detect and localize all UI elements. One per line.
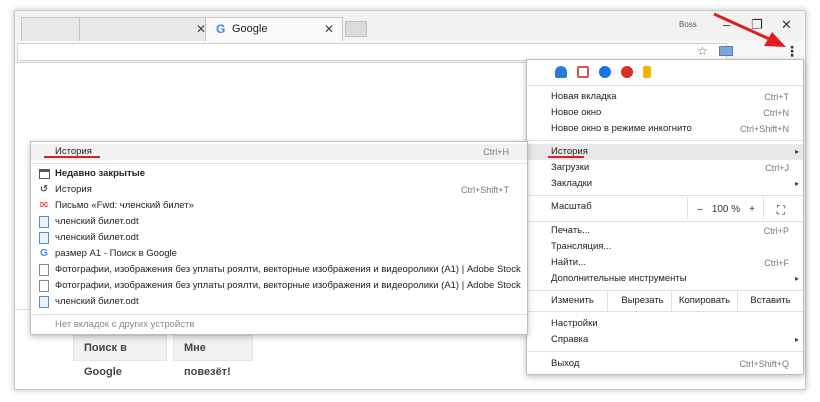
recently-closed-heading: Недавно закрытые (31, 166, 527, 182)
tab-title: Google (232, 23, 268, 35)
google-favicon-icon: G (216, 22, 226, 36)
document-icon (39, 232, 49, 244)
menu-item-print[interactable]: Печать... Ctrl+P (527, 223, 803, 239)
zoom-value: 100 % (711, 204, 741, 215)
annotation-underline (44, 156, 100, 158)
menu-item-incognito[interactable]: Новое окно в режиме инкогнито Ctrl+Shift… (527, 121, 803, 137)
document-icon (39, 296, 49, 308)
new-tab-button[interactable] (345, 21, 367, 37)
chevron-right-icon: ▸ (794, 179, 799, 188)
history-item[interactable]: ✉ Письмо «Fwd: членский билет» (31, 198, 527, 214)
separator (31, 314, 527, 315)
zoom-label: Масштаб (551, 201, 592, 212)
menu-kebab-icon[interactable]: ⋮ (785, 44, 799, 60)
tab-strip: ✕ G Google ✕ Boss – ❐ ✕ (15, 11, 805, 41)
google-icon: G (40, 248, 48, 259)
separator (527, 140, 803, 141)
zoom-divider (687, 197, 688, 219)
history-item[interactable]: членский билет.odt (31, 230, 527, 246)
chevron-right-icon: ▸ (794, 147, 799, 156)
google-search-button[interactable]: Поиск в Google (73, 335, 167, 378)
menu-item-new-tab[interactable]: Новая вкладка Ctrl+T (527, 89, 803, 105)
minimize-icon[interactable]: – (723, 17, 730, 32)
separator (527, 351, 803, 352)
menu-item-exit[interactable]: Выход Ctrl+Shift+Q (527, 356, 803, 372)
edit-label: Изменить (551, 295, 594, 306)
history-submenu: История Ctrl+H Недавно закрытые ↺ Истори… (30, 141, 528, 335)
history-item[interactable]: Фотографии, изображения без уплаты роялт… (31, 262, 527, 278)
menu-item-cast[interactable]: Трансляция... (527, 239, 803, 255)
page-icon (39, 264, 49, 276)
mail-icon: ✉ (39, 200, 49, 211)
mail-extension-icon[interactable] (719, 46, 733, 56)
puzzle-icon[interactable] (621, 66, 633, 78)
zoom-row: Масштаб (527, 199, 803, 215)
history-item[interactable]: членский билет.odt (31, 214, 527, 230)
history-item[interactable]: Фотографии, изображения без уплаты роялт… (31, 278, 527, 294)
page-icon (39, 280, 49, 292)
menu-item-bookmarks[interactable]: Закладки ▸ (527, 176, 803, 192)
annotation-underline (548, 156, 584, 158)
no-tabs-note: Нет вкладок с других устройств (55, 319, 195, 330)
feeling-lucky-button[interactable]: Мне повезёт! (173, 335, 253, 378)
close-icon[interactable]: ✕ (324, 22, 334, 36)
menu-item-find[interactable]: Найти... Ctrl+F (527, 255, 803, 271)
extensions-row (527, 60, 803, 86)
copy-button[interactable]: Копировать (671, 291, 737, 311)
menu-item-help[interactable]: Справка ▸ (527, 332, 803, 348)
contact-icon[interactable] (577, 66, 589, 78)
tab-1[interactable] (21, 17, 83, 41)
separator (527, 195, 803, 196)
zoom-divider (763, 197, 764, 219)
menu-item-more-tools[interactable]: Дополнительные инструменты ▸ (527, 271, 803, 287)
chevron-right-icon: ▸ (794, 335, 799, 344)
separator (527, 221, 803, 222)
separator (31, 163, 527, 164)
zoom-in-button[interactable]: + (745, 200, 759, 220)
cloud-icon[interactable] (555, 66, 567, 78)
menu-item-new-window[interactable]: Новое окно Ctrl+N (527, 105, 803, 121)
tab-2[interactable]: ✕ (79, 17, 215, 41)
a-icon[interactable] (599, 66, 611, 78)
history-item[interactable]: членский билет.odt (31, 294, 527, 310)
paste-button[interactable]: Вставить (737, 291, 803, 311)
fullscreen-icon[interactable]: ⛶ (771, 200, 791, 220)
chrome-menu: Новая вкладка Ctrl+T Новое окно Ctrl+N Н… (526, 59, 804, 375)
history-item[interactable]: ↺ История Ctrl+Shift+T (31, 182, 527, 198)
profile-name[interactable]: Boss (679, 20, 697, 29)
zoom-out-button[interactable]: – (693, 200, 707, 220)
document-icon (39, 216, 49, 228)
tabs-icon (39, 169, 50, 179)
history-item[interactable]: G размер A1 - Поиск в Google (31, 246, 527, 262)
history-header[interactable]: История Ctrl+H (31, 144, 527, 160)
window-close-icon[interactable]: ✕ (781, 17, 792, 33)
tab-google[interactable]: G Google ✕ (205, 17, 343, 41)
menu-item-settings[interactable]: Настройки (527, 316, 803, 332)
restore-icon[interactable]: ❐ (751, 17, 763, 33)
edit-row: Изменить Вырезать Копировать Вставить (527, 290, 803, 312)
history-icon: ↺ (39, 184, 49, 195)
menu-item-downloads[interactable]: Загрузки Ctrl+J (527, 160, 803, 176)
cut-button[interactable]: Вырезать (607, 291, 677, 311)
bookmark-icon[interactable] (643, 66, 651, 78)
chevron-right-icon: ▸ (794, 274, 799, 283)
star-icon[interactable]: ☆ (697, 44, 708, 58)
